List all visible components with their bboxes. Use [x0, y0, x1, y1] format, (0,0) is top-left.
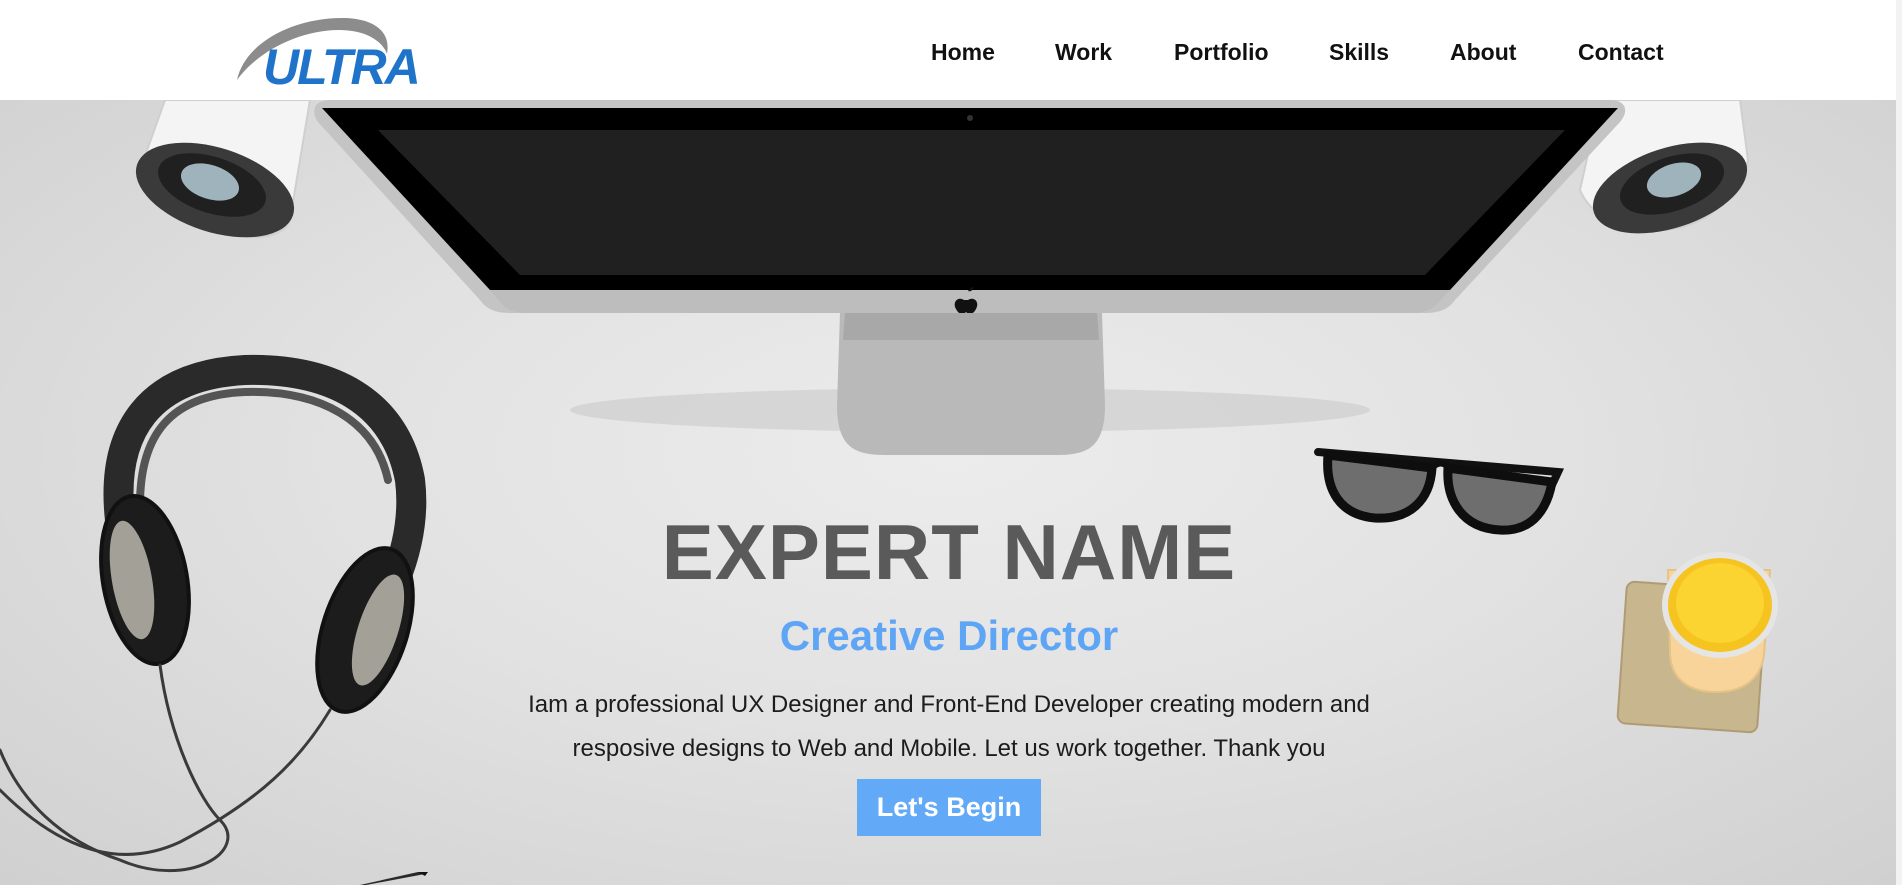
pencil-icon [360, 872, 428, 885]
page-edge [1896, 0, 1902, 885]
hero-title: EXPERT NAME [661, 508, 1237, 597]
lets-begin-button[interactable]: Let's Begin [857, 779, 1041, 836]
speaker-icon [135, 100, 312, 238]
hero-subtitle: Creative Director [779, 611, 1119, 659]
hero-description: Iam a professional UX Designer and Front… [528, 691, 1370, 762]
nav-portfolio[interactable]: Portfolio [1174, 40, 1269, 64]
main-nav: Home Work Portfolio Skills About Contact [0, 0, 1902, 100]
hero-section: EXPERT NAME Creative Director Iam a prof… [0, 100, 1902, 885]
nav-skills[interactable]: Skills [1329, 40, 1389, 64]
monitor-icon [314, 100, 1626, 455]
site-header: ULTRA Home Work Portfolio Skills About C… [0, 0, 1902, 100]
nav-work[interactable]: Work [1055, 40, 1112, 64]
nav-contact[interactable]: Contact [1578, 40, 1664, 64]
nav-about[interactable]: About [1450, 40, 1516, 64]
nav-home[interactable]: Home [931, 40, 995, 64]
